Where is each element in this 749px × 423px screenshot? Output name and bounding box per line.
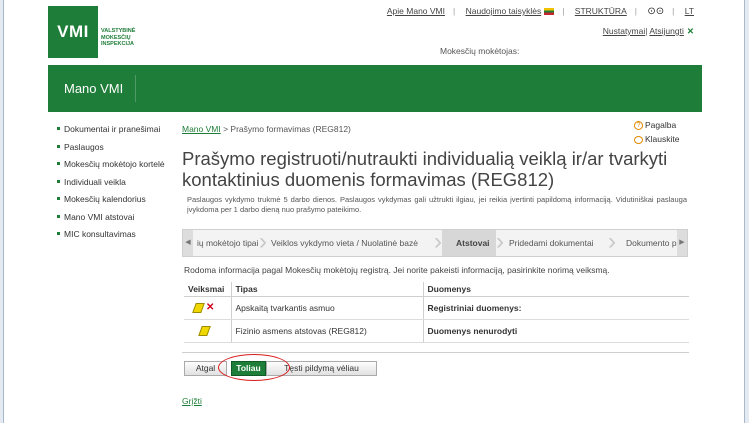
next-button[interactable]: Toliau: [231, 361, 266, 376]
ask-link[interactable]: Klauskite: [634, 134, 680, 144]
help-links: ? Pagalba Klauskite: [634, 120, 680, 148]
page-title: Prašymo registruoti/nutraukti individual…: [182, 148, 668, 190]
steps-scroll-left-icon[interactable]: ◀: [183, 230, 193, 256]
back-button[interactable]: Atgal: [184, 361, 227, 376]
step-separator-icon: ›: [259, 229, 267, 255]
flag-icon: [544, 8, 555, 16]
table-row: ✕ Apskaitą tvarkantis asmuo Registriniai…: [184, 296, 689, 320]
banner-title[interactable]: Mano VMI: [64, 81, 123, 96]
column-header-data: Duomenys: [423, 282, 689, 297]
step-document-preview[interactable]: Dokumento p: [626, 230, 677, 256]
column-header-actions: Veiksmai: [184, 282, 232, 297]
row-actions: ✕: [184, 296, 232, 320]
steps-scroll-right-icon[interactable]: ▶: [677, 230, 687, 256]
column-header-type: Tipas: [231, 282, 424, 297]
sidebar-item-individual-activity[interactable]: Individuali veikla: [56, 177, 168, 188]
page: VMI VALSTYBINĖ MOKESČIŲ INSPEKCIJA Apie …: [3, 0, 745, 423]
row-type: Apskaitą tvarkantis asmuo: [231, 296, 424, 320]
sidebar-item-representatives[interactable]: Mano VMI atstovai: [56, 212, 168, 223]
help-icon: ?: [634, 121, 643, 131]
logout-link[interactable]: Atsijungti: [649, 26, 684, 36]
banner: Mano VMI: [48, 65, 702, 112]
step-representatives[interactable]: Atstovai: [442, 230, 496, 256]
delete-icon[interactable]: ✕: [206, 302, 214, 313]
logo-subtext: VALSTYBINĖ MOKESČIŲ INSPEKCIJA: [101, 28, 136, 47]
step-attached-documents[interactable]: Pridedami dokumentai: [509, 230, 594, 256]
top-links: Apie Mano VMI | Naudojimo taisyklės | STRU…: [386, 6, 694, 18]
edit-icon[interactable]: [198, 325, 211, 336]
breadcrumb-current: > Prašymo formavimas (REG812): [220, 124, 351, 134]
table-header-row: Veiksmai Tipas Duomenys: [184, 282, 689, 297]
breadcrumb-home-link[interactable]: Mano VMI: [182, 124, 221, 134]
user-links: Nustatymai| Atsijungti ✕: [602, 26, 694, 36]
divider: [182, 352, 689, 353]
sidebar-item-mic-consulting[interactable]: MIC konsultavimas: [56, 229, 168, 240]
language-link[interactable]: LT: [685, 6, 694, 16]
rules-link[interactable]: Naudojimo taisyklės: [466, 6, 542, 16]
step-separator-icon: ›: [434, 229, 442, 255]
info-text: Rodoma informacija pagal Mokesčių mokėto…: [184, 265, 610, 275]
vmi-logo[interactable]: VMI: [48, 6, 98, 58]
row-actions: [184, 319, 232, 343]
row-type: Fizinio asmens atstovas (REG812): [231, 319, 424, 343]
sidebar-item-tax-calendar[interactable]: Mokesčių kalendorius: [56, 194, 168, 205]
sidebar-item-taxpayer-card[interactable]: Mokesčių mokėtojo kortelė: [56, 159, 168, 170]
structure-link[interactable]: STRUKTŪRA: [575, 6, 627, 16]
step-activity-location[interactable]: Veiklos vykdymo vieta / Nuolatinė bazė: [271, 230, 418, 256]
step-separator-icon: ›: [496, 229, 504, 255]
table-row: Fizinio asmens atstovas (REG812) Duomeny…: [184, 319, 689, 343]
close-icon[interactable]: ✕: [687, 26, 694, 36]
sidebar: Dokumentai ir pranešimai Paslaugos Mokes…: [56, 124, 168, 247]
row-data: Registriniai duomenys:: [423, 296, 689, 320]
return-link[interactable]: Grįžti: [182, 396, 202, 406]
service-description: Paslaugos vykdymo trukmė 5 darbo dienos.…: [187, 195, 687, 214]
about-link[interactable]: Apie Mano VMI: [387, 6, 445, 16]
settings-link[interactable]: Nustatymai: [603, 26, 646, 36]
taxpayer-label: Mokesčių mokėtojas:: [440, 46, 520, 56]
continue-later-button[interactable]: Tęsti pildymą vėliau: [266, 361, 377, 376]
sidebar-item-documents[interactable]: Dokumentai ir pranešimai: [56, 124, 168, 135]
representatives-table: Veiksmai Tipas Duomenys ✕ Apskaitą tvark…: [184, 282, 689, 343]
step-navigator: ◀ ių mokėtojo tipai › Veiklos vykdymo vi…: [182, 229, 688, 257]
sidebar-item-services[interactable]: Paslaugos: [56, 142, 168, 153]
glasses-icon[interactable]: ⊙⊙: [647, 6, 664, 17]
step-separator-icon: ›: [608, 229, 616, 255]
edit-icon[interactable]: [192, 302, 205, 313]
step-taxpayer-types[interactable]: ių mokėtojo tipai: [197, 230, 258, 256]
breadcrumb: Mano VMI > Prašymo formavimas (REG812): [182, 124, 351, 134]
help-link[interactable]: ? Pagalba: [634, 120, 680, 131]
chat-icon: [634, 136, 643, 144]
row-data: Duomenys nenurodyti: [423, 319, 689, 343]
banner-divider: [135, 75, 136, 102]
